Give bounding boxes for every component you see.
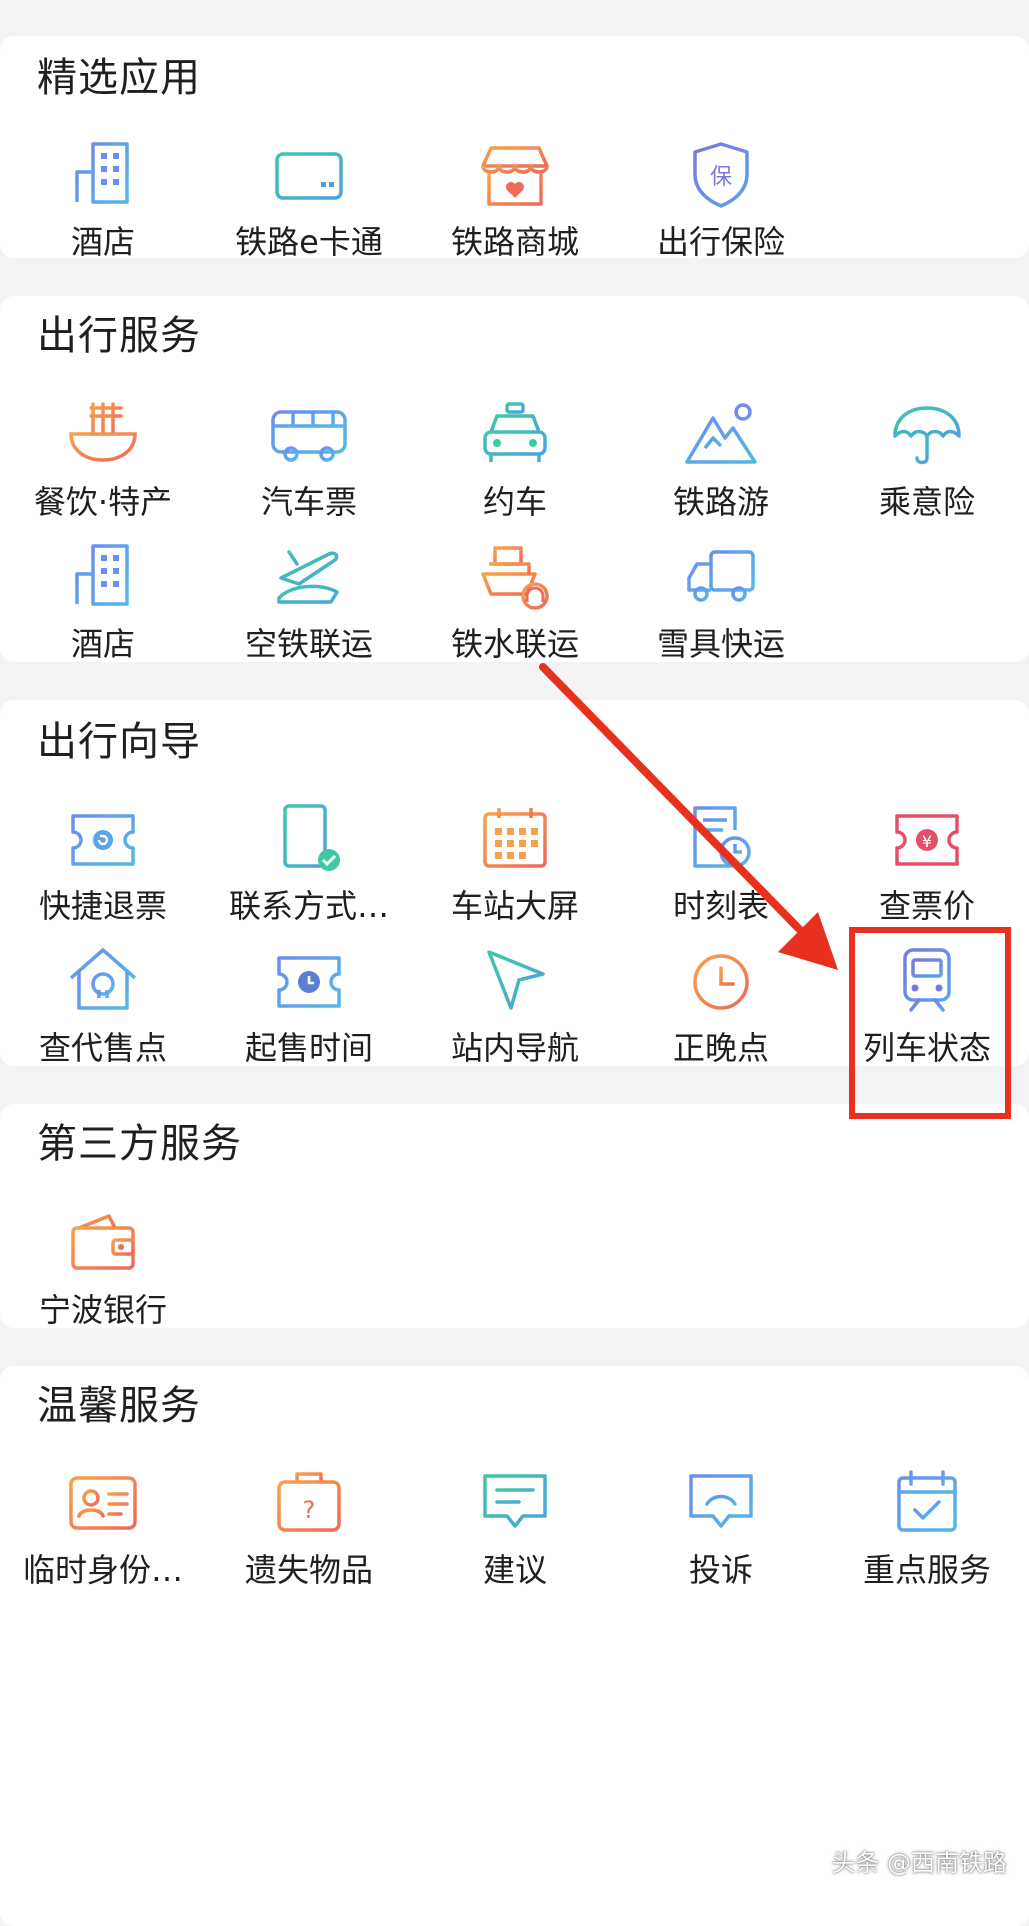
warm-item-complaint[interactable]: 投诉 — [618, 1464, 824, 1614]
ticket-price-icon: ¥ — [887, 800, 967, 880]
sale-time-icon — [269, 942, 349, 1022]
section-warm-services: 温馨服务 临时身份… ? 遗失物品 建议 投诉 重点服务 — [0, 1366, 1029, 1926]
item-label: 汽车票 — [260, 483, 357, 521]
item-label: 酒店 — [70, 223, 135, 261]
agency-point-icon — [63, 942, 143, 1022]
guide-item-agency-point[interactable]: 查代售点 — [0, 942, 206, 1092]
lost-bag-icon: ? — [269, 1464, 349, 1544]
featured-item-hotel[interactable]: 酒店 — [0, 136, 206, 286]
item-label: 酒店 — [70, 625, 135, 663]
clock-icon — [681, 942, 761, 1022]
warm-item-temp-id[interactable]: 临时身份… — [0, 1464, 206, 1614]
item-label: 起售时间 — [244, 1029, 373, 1067]
section-third-party: 第三方服务 宁波银行 — [0, 1104, 1029, 1329]
truck-icon — [681, 538, 761, 618]
item-label: 时刻表 — [672, 887, 769, 925]
section-title-travel-guide: 出行向导 — [37, 719, 201, 765]
warm-item-suggestion[interactable]: 建议 — [412, 1464, 618, 1614]
item-label: 铁水联运 — [450, 625, 579, 663]
item-label: 建议 — [482, 1551, 547, 1589]
guide-item-navigation[interactable]: 站内导航 — [412, 942, 618, 1092]
item-label: 宁波银行 — [38, 1291, 167, 1329]
hotel-icon — [63, 136, 143, 216]
warm-item-lost-items[interactable]: ? 遗失物品 — [206, 1464, 412, 1614]
noodle-bowl-icon — [63, 396, 143, 476]
item-label: 雪具快运 — [656, 625, 785, 663]
refund-ticket-icon — [63, 800, 143, 880]
item-label: 遗失物品 — [244, 1551, 373, 1589]
plane-train-icon — [269, 538, 349, 618]
svg-text:?: ? — [303, 1496, 316, 1524]
travel-item-bus[interactable]: 汽车票 — [206, 396, 412, 546]
travel-item-accident-insurance[interactable]: 乘意险 — [824, 396, 1029, 546]
suggestion-icon — [475, 1464, 555, 1544]
guide-item-contact[interactable]: 联系方式… — [206, 800, 412, 950]
mountain-icon — [681, 396, 761, 476]
item-label: 铁路商城 — [450, 223, 579, 261]
timetable-icon — [681, 800, 761, 880]
item-label: 正晚点 — [672, 1029, 769, 1067]
item-label: 重点服务 — [862, 1551, 991, 1589]
guide-item-timetable[interactable]: 时刻表 — [618, 800, 824, 950]
phone-contact-icon — [269, 800, 349, 880]
guide-item-station-screen[interactable]: 车站大屏 — [412, 800, 618, 950]
featured-item-rail-ecard[interactable]: 铁路e卡通 — [206, 136, 412, 286]
rail-ecard-icon — [269, 136, 349, 216]
travel-item-snow-gear[interactable]: 雪具快运 — [618, 538, 824, 688]
taxi-icon — [475, 396, 555, 476]
item-label: 约车 — [482, 483, 547, 521]
section-travel-services: 出行服务 餐饮·特产 汽车票 约车 铁路游 乘意险 酒店 空铁联运 铁水联运 雪… — [0, 296, 1029, 663]
annotation-highlight-box — [849, 927, 1011, 1119]
guide-item-quick-refund[interactable]: 快捷退票 — [0, 800, 206, 950]
complaint-icon — [681, 1464, 761, 1544]
travel-item-hotel[interactable]: 酒店 — [0, 538, 206, 688]
item-label: 车站大屏 — [450, 887, 579, 925]
item-label: 查票价 — [878, 887, 975, 925]
travel-insurance-icon: 保 — [681, 136, 761, 216]
item-label: 乘意险 — [878, 483, 975, 521]
item-label: 餐饮·特产 — [33, 483, 173, 521]
umbrella-icon — [887, 396, 967, 476]
bus-icon — [269, 396, 349, 476]
watermark: 头条 @西南铁路 — [831, 1849, 1007, 1877]
item-label: 铁路游 — [672, 483, 769, 521]
item-label: 联系方式… — [228, 887, 389, 925]
calendar-check-icon — [887, 1464, 967, 1544]
section-title-travel-services: 出行服务 — [37, 313, 201, 359]
item-label: 临时身份… — [22, 1551, 183, 1589]
guide-item-on-time[interactable]: 正晚点 — [618, 942, 824, 1092]
wallet-icon — [63, 1204, 143, 1284]
section-featured: 精选应用 酒店 铁路e卡通 铁路商城 保 出行保险 — [0, 36, 1029, 261]
navigation-icon — [475, 942, 555, 1022]
section-title-third-party: 第三方服务 — [37, 1121, 242, 1167]
section-title-featured: 精选应用 — [37, 55, 201, 101]
travel-item-taxi[interactable]: 约车 — [412, 396, 618, 546]
featured-item-mall[interactable]: 铁路商城 — [412, 136, 618, 286]
item-label: 站内导航 — [450, 1029, 579, 1067]
travel-item-rail-water[interactable]: 铁水联运 — [412, 538, 618, 688]
travel-item-air-rail[interactable]: 空铁联运 — [206, 538, 412, 688]
section-title-warm-services: 温馨服务 — [37, 1383, 201, 1429]
warm-item-priority-service[interactable]: 重点服务 — [824, 1464, 1029, 1614]
station-screen-icon — [475, 800, 555, 880]
item-label: 投诉 — [688, 1551, 753, 1589]
svg-text:保: 保 — [710, 165, 732, 190]
item-label: 空铁联运 — [244, 625, 373, 663]
featured-item-travel-insurance[interactable]: 保 出行保险 — [618, 136, 824, 286]
svg-text:¥: ¥ — [922, 832, 932, 851]
third-party-item-ningbo-bank[interactable]: 宁波银行 — [0, 1204, 206, 1354]
item-label: 查代售点 — [38, 1029, 167, 1067]
travel-item-food[interactable]: 餐饮·特产 — [0, 396, 206, 546]
mall-icon — [475, 136, 555, 216]
hotel-icon — [63, 538, 143, 618]
travel-item-rail-tour[interactable]: 铁路游 — [618, 396, 824, 546]
ship-train-icon — [475, 538, 555, 618]
item-label: 铁路e卡通 — [235, 223, 383, 261]
item-label: 快捷退票 — [38, 887, 167, 925]
guide-item-sale-time[interactable]: 起售时间 — [206, 942, 412, 1092]
id-card-icon — [63, 1464, 143, 1544]
item-label: 出行保险 — [656, 223, 785, 261]
